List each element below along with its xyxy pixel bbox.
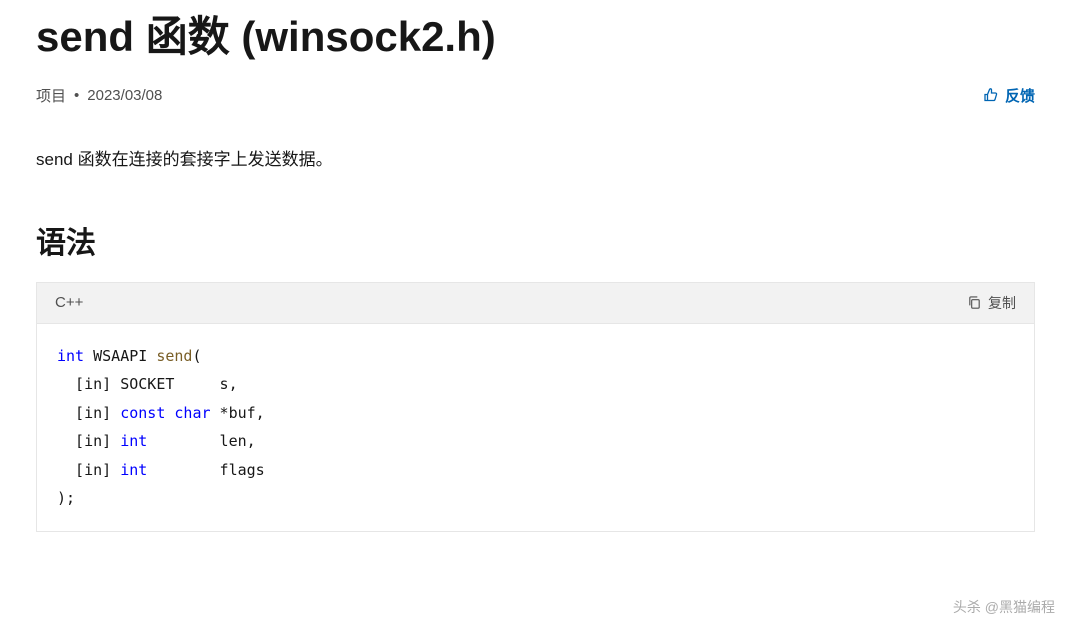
meta-info: 项目 • 2023/03/08 (36, 85, 162, 106)
page-title: send 函数 (winsock2.h) (36, 10, 1035, 65)
watermark: 头杀 @黑猫编程 (953, 597, 1055, 617)
meta-label: 项目 (36, 85, 66, 106)
description-text: send 函数在连接的套接字上发送数据。 (36, 146, 1035, 173)
t-wsaapi: WSAAPI (93, 347, 156, 365)
feedback-button[interactable]: 反馈 (983, 85, 1035, 106)
copy-icon (967, 295, 982, 310)
copy-button[interactable]: 复制 (967, 293, 1016, 313)
meta-date: 2023/03/08 (87, 87, 162, 104)
code-line-2a: [in] (57, 404, 120, 422)
code-line-2b: *buf, (211, 404, 265, 422)
function-name: send (156, 347, 192, 365)
code-body: int WSAAPI send( [in] SOCKET s, [in] con… (37, 324, 1034, 531)
copy-label: 复制 (988, 293, 1016, 313)
keyword-int-3: int (120, 461, 147, 479)
code-line-3b: len, (147, 432, 255, 450)
t-close: ); (57, 489, 75, 507)
meta-row: 项目 • 2023/03/08 反馈 (36, 85, 1035, 106)
syntax-heading: 语法 (36, 218, 1035, 262)
code-header: C++ 复制 (37, 283, 1034, 324)
keyword-const: const (120, 404, 165, 422)
keyword-int-2: int (120, 432, 147, 450)
keyword-char: char (174, 404, 210, 422)
thumbs-up-icon (983, 87, 999, 103)
t-open: ( (192, 347, 201, 365)
meta-separator: • (74, 87, 79, 104)
code-language-label: C++ (55, 294, 83, 311)
code-line-3a: [in] (57, 432, 120, 450)
code-block: C++ 复制 int WSAAPI send( [in] SOCKET s, [… (36, 282, 1035, 532)
code-line-4b: flags (147, 461, 264, 479)
keyword-int: int (57, 347, 84, 365)
feedback-label: 反馈 (1005, 85, 1035, 106)
code-line-1: [in] SOCKET s, (57, 375, 238, 393)
code-line-4a: [in] (57, 461, 120, 479)
